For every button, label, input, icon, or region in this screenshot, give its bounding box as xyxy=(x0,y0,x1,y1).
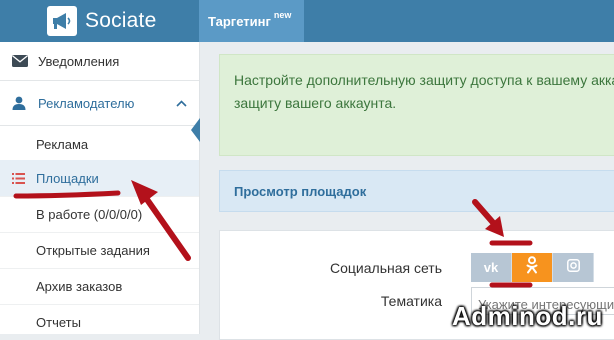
security-alert: Настройте дополнительную защиту доступа … xyxy=(219,54,614,156)
app-logo[interactable]: Sociate xyxy=(45,0,197,42)
sidebar-item-label: Реклама xyxy=(36,136,89,152)
sidebar-item-ads[interactable]: Реклама xyxy=(0,126,199,163)
vk-icon: vk xyxy=(483,260,499,275)
sidebar-item-in-progress[interactable]: В работе (0/0/0/0) xyxy=(0,196,199,233)
new-badge: new xyxy=(273,10,292,20)
sidebar-item-label: Открытые задания xyxy=(36,242,150,258)
panel-title: Просмотр площадок xyxy=(219,170,614,212)
chevron-up-icon xyxy=(176,95,187,110)
sidebar-item-label: В работе (0/0/0/0) xyxy=(36,206,143,222)
sidebar-item-notifications[interactable]: Уведомления xyxy=(0,42,199,81)
main-content: Настройте дополнительную защиту доступа … xyxy=(199,42,614,340)
tab-targeting[interactable]: Таргетинг new xyxy=(199,0,304,42)
sidebar-item-label: Архив заказов xyxy=(36,278,123,294)
odnoklassniki-icon xyxy=(526,256,538,279)
tab-targeting-label: Таргетинг xyxy=(208,13,271,29)
odnoklassniki-button[interactable] xyxy=(512,253,553,282)
envelope-icon xyxy=(12,55,32,67)
topic-label: Тематика xyxy=(380,293,442,309)
sidebar-item-reports[interactable]: Отчеты xyxy=(0,304,199,340)
watermark: Adminod.ru xyxy=(452,301,603,331)
sidebar-item-label: Рекламодателю xyxy=(38,95,135,111)
user-icon xyxy=(12,96,32,110)
instagram-icon xyxy=(566,258,580,277)
sidebar-item-label: Уведомления xyxy=(38,53,120,69)
social-network-label: Социальная сеть xyxy=(330,260,442,276)
alert-text-line2: защиту вашего аккаунта. xyxy=(234,95,397,111)
megaphone-icon xyxy=(47,6,77,36)
sidebar-item-order-archive[interactable]: Архив заказов xyxy=(0,268,199,305)
alert-text-line1: Настройте дополнительную защиту доступа … xyxy=(234,72,614,88)
social-network-selector: vk xyxy=(471,253,594,282)
top-bar: Sociate Таргетинг new xyxy=(0,0,614,42)
sidebar-item-label: Площадки xyxy=(36,170,99,186)
vk-button[interactable]: vk xyxy=(471,253,512,282)
sidebar: Уведомления Рекламодателю Реклама Площад… xyxy=(0,42,200,334)
instagram-button[interactable] xyxy=(553,253,594,282)
sidebar-item-open-tasks[interactable]: Открытые задания xyxy=(0,232,199,269)
sidebar-item-platforms[interactable]: Площадки xyxy=(0,160,199,197)
sidebar-item-label: Отчеты xyxy=(36,314,81,330)
app-name: Sociate xyxy=(85,9,157,32)
list-icon xyxy=(12,172,32,184)
sidebar-item-advertiser[interactable]: Рекламодателю xyxy=(0,81,199,126)
